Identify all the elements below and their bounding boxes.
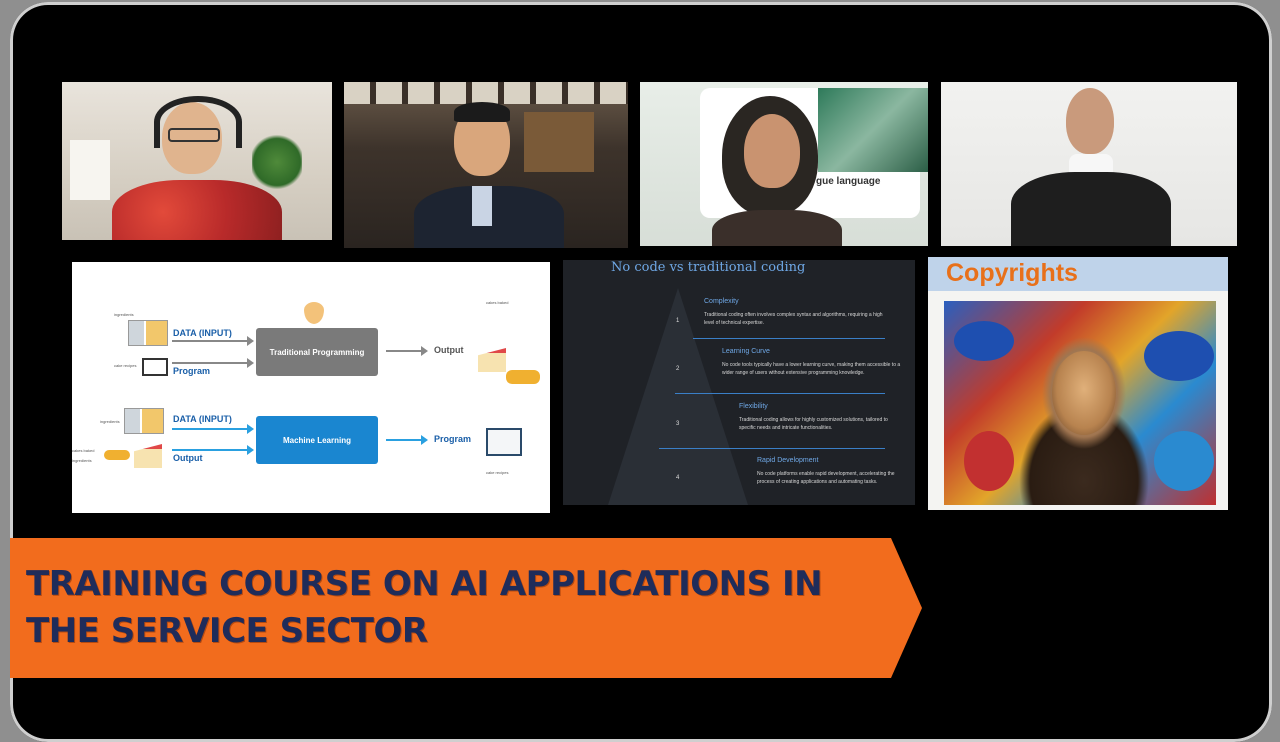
box-machine-learning: Machine Learning <box>256 416 378 464</box>
arrow-data-to-ml <box>172 424 254 434</box>
row-heading: Flexibility <box>739 403 768 410</box>
divider-2 <box>675 393 885 394</box>
artwork-blob <box>964 431 1014 491</box>
label-ingredients-bottom: ingredients <box>100 419 120 424</box>
cake-icon-top <box>478 348 506 372</box>
arrow-data-to-traditional <box>172 336 254 346</box>
participant-shirt <box>112 180 282 240</box>
hair <box>454 102 510 122</box>
participant-jacket <box>1011 172 1171 246</box>
video-tile-participant-1[interactable] <box>62 82 332 240</box>
video-tile-participant-4[interactable] <box>941 82 1237 246</box>
label-ingredients-bottom-2: ingredients <box>72 458 92 463</box>
label-cakes-baked-top: cakes baked <box>486 300 509 305</box>
row-number: 4 <box>676 475 680 481</box>
cake-icon-bottom <box>134 444 162 468</box>
label-ingredients-top: ingredients <box>114 312 134 317</box>
row-description: Traditional coding allows for highly cus… <box>739 417 888 431</box>
shirt-collar <box>472 186 492 226</box>
mona-lisa-face <box>1052 351 1116 435</box>
label-data-input-top: DATA (INPUT) <box>173 328 232 338</box>
label-cake-recipes-top: cake recipes <box>114 363 137 368</box>
slide-title: Copyrights <box>946 259 1078 287</box>
row-heading: Complexity <box>704 298 739 305</box>
row-description: Traditional coding often involves comple… <box>704 312 883 326</box>
row-heading: Rapid Development <box>757 457 819 464</box>
chef-icon <box>304 296 324 324</box>
video-tile-participant-2[interactable] <box>344 82 628 248</box>
banner-title-line-2: THE SERVICE SECTOR <box>26 611 428 651</box>
arrow-program-to-traditional <box>172 358 254 368</box>
label-program-bottom: Program <box>434 434 472 444</box>
window-decor <box>70 140 110 200</box>
thumbs-icons-bottom <box>104 450 130 460</box>
row-description: No code platforms enable rapid developme… <box>757 471 895 485</box>
ingredient-jars-icon-bottom <box>124 408 164 434</box>
artwork-image <box>944 301 1216 505</box>
slide-no-code-vs-traditional[interactable]: No code vs traditional coding 1 Complexi… <box>563 260 915 505</box>
artwork-blob <box>954 321 1014 361</box>
artwork-blob <box>1144 331 1214 381</box>
divider-3 <box>659 448 885 449</box>
book-icon-top <box>142 358 168 376</box>
row-description: No code tools typically have a lower lea… <box>722 362 901 376</box>
banner-title-line-1: TRAINING COURSE ON AI APPLICATIONS IN <box>26 564 823 604</box>
row-heading: Learning Curve <box>722 348 770 355</box>
label-output-top: Output <box>434 345 464 355</box>
book-icon-bottom <box>486 428 522 456</box>
participant-jacket <box>712 210 842 246</box>
slide-copyrights[interactable]: Copyrights <box>928 257 1228 510</box>
participant-head <box>1066 88 1114 154</box>
arrow-ml-to-program <box>386 435 428 445</box>
bookshelf <box>524 112 594 172</box>
divider-1 <box>693 338 885 339</box>
label-data-input-bottom: DATA (INPUT) <box>173 414 232 424</box>
arrow-traditional-to-output <box>386 346 428 356</box>
label-program-top: Program <box>173 366 211 376</box>
plant <box>252 132 302 192</box>
ingredient-jars-icon <box>128 320 168 346</box>
label-output-bottom: Output <box>173 453 203 463</box>
artwork-blob <box>1154 431 1214 491</box>
participant-head <box>744 114 800 188</box>
label-cakes-baked-bottom: cakes baked <box>72 448 95 453</box>
arrow-output-to-ml <box>172 445 254 455</box>
row-number: 1 <box>676 318 680 324</box>
pyramid-graphic <box>608 288 748 505</box>
wall-frames <box>344 82 628 104</box>
banner-title: TRAINING COURSE ON AI APPLICATIONS IN TH… <box>26 561 886 655</box>
thumbs-icons-top <box>506 370 540 384</box>
row-number: 2 <box>676 366 680 372</box>
video-tile-participant-3[interactable]: gue language <box>640 82 928 246</box>
slide-ml-vs-traditional[interactable]: ingredients DATA (INPUT) Traditional Pro… <box>72 262 550 513</box>
box-traditional-programming: Traditional Programming <box>256 328 378 376</box>
glasses <box>168 128 220 142</box>
row-number: 3 <box>676 421 680 427</box>
background-image <box>818 88 928 172</box>
label-cake-recipes-bottom: cake recipes <box>486 470 509 475</box>
background-caption: gue language <box>816 176 881 187</box>
